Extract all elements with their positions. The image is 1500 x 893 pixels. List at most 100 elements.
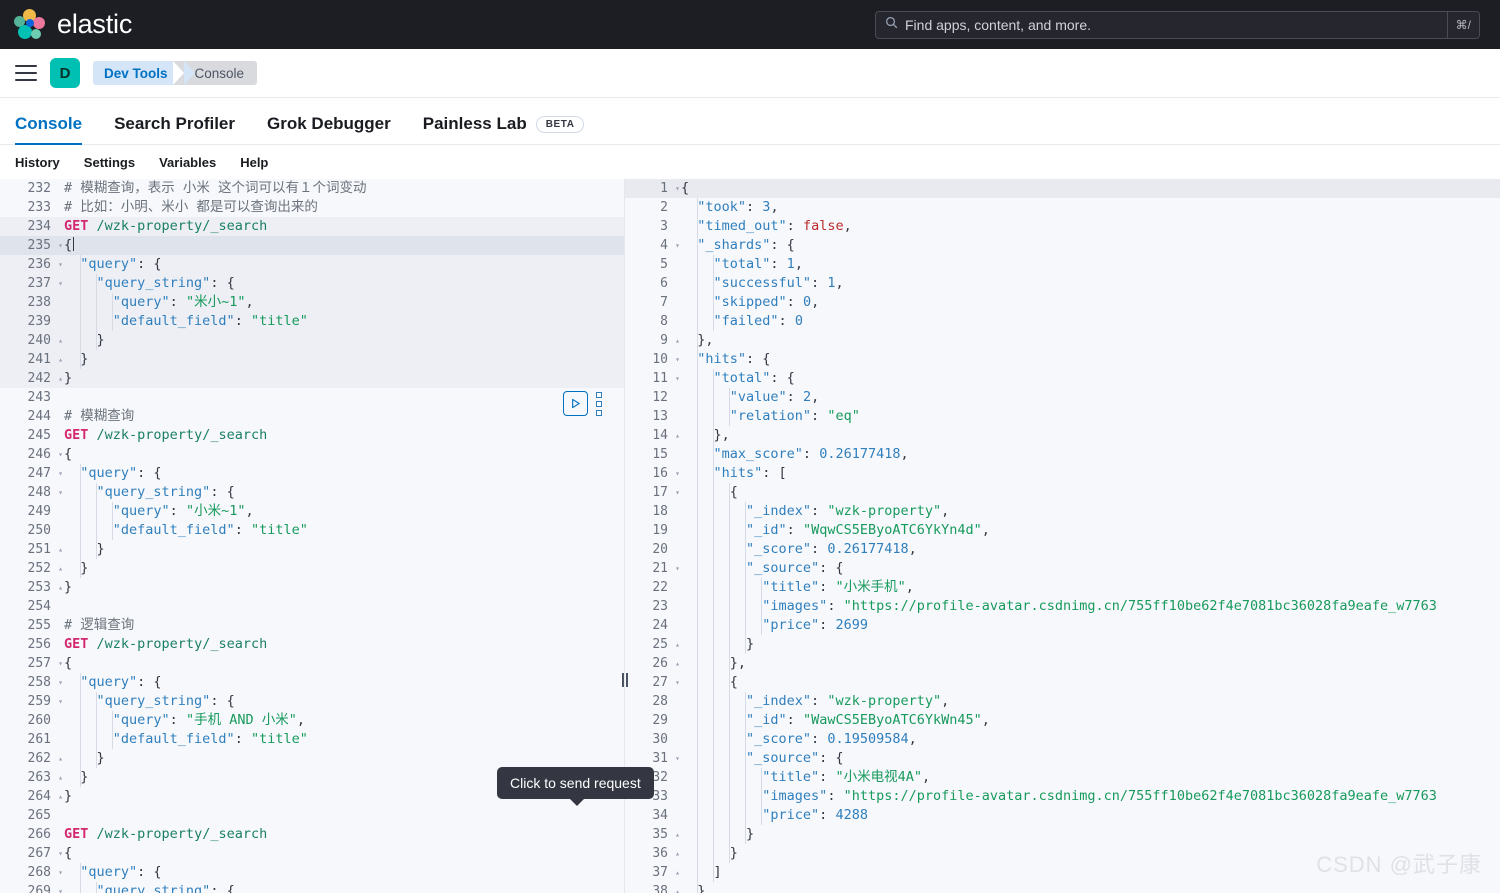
code-line[interactable]: 8 "failed": 0 xyxy=(625,312,1500,331)
code-line[interactable]: 243 xyxy=(0,388,624,407)
code-line[interactable]: 12 "value": 2, xyxy=(625,388,1500,407)
code-line[interactable]: 18 "_index": "wzk-property", xyxy=(625,502,1500,521)
code-line[interactable]: 2 "took": 3, xyxy=(625,198,1500,217)
code-line[interactable]: 16▾ "hits": [ xyxy=(625,464,1500,483)
code-line[interactable]: 13 "relation": "eq" xyxy=(625,407,1500,426)
code-line[interactable]: 245GET /wzk-property/_search xyxy=(0,426,624,445)
code-line[interactable]: 14▴ }, xyxy=(625,426,1500,445)
console-menu-history[interactable]: History xyxy=(15,155,60,170)
send-request-button[interactable] xyxy=(563,391,588,416)
code-line[interactable]: 22 "title": "小米手机", xyxy=(625,578,1500,597)
code-line[interactable]: 6 "successful": 1, xyxy=(625,274,1500,293)
code-line[interactable]: 9▴ }, xyxy=(625,331,1500,350)
code-line[interactable]: 256GET /wzk-property/_search xyxy=(0,635,624,654)
console-menu-variables[interactable]: Variables xyxy=(159,155,216,170)
code-line[interactable]: 31▾ "_source": { xyxy=(625,749,1500,768)
line-number: 240▴ xyxy=(0,331,56,350)
code-line[interactable]: 20 "_score": 0.26177418, xyxy=(625,540,1500,559)
code-line[interactable]: 28 "_index": "wzk-property", xyxy=(625,692,1500,711)
code-line[interactable]: 260 "query": "手机 AND 小米", xyxy=(0,711,624,730)
code-line[interactable]: 253▴} xyxy=(0,578,624,597)
tab-console[interactable]: Console xyxy=(15,114,82,144)
line-number: 6 xyxy=(625,274,673,293)
brand[interactable]: elastic xyxy=(14,9,132,41)
code-line[interactable]: 15 "max_score": 0.26177418, xyxy=(625,445,1500,464)
code-line[interactable]: 34 "price": 4288 xyxy=(625,806,1500,825)
code-line[interactable]: 23 "images": "https://profile-avatar.csd… xyxy=(625,597,1500,616)
code-line[interactable]: 252▴ } xyxy=(0,559,624,578)
code-line[interactable]: 38▴ } xyxy=(625,882,1500,893)
code-line[interactable]: 259▾ "query_string": { xyxy=(0,692,624,711)
code-line[interactable]: 3 "timed_out": false, xyxy=(625,217,1500,236)
code-line[interactable]: 266GET /wzk-property/_search xyxy=(0,825,624,844)
tab-painless-lab[interactable]: Painless Lab BETA xyxy=(423,114,584,144)
menu-toggle-icon[interactable] xyxy=(15,65,37,81)
code-line[interactable]: 24 "price": 2699 xyxy=(625,616,1500,635)
code-line[interactable]: 268▾ "query": { xyxy=(0,863,624,882)
code-line[interactable]: 25▴ } xyxy=(625,635,1500,654)
code-line[interactable]: 261 "default_field": "title" xyxy=(0,730,624,749)
breadcrumb-item-dev-tools[interactable]: Dev Tools xyxy=(93,61,184,85)
code-line[interactable]: 267▾{ xyxy=(0,844,624,863)
code-line[interactable]: 29 "_id": "WawCS5EByoATC6YkWn45", xyxy=(625,711,1500,730)
code-line[interactable]: 269▾ "query_string": { xyxy=(0,882,624,893)
code-line[interactable]: 37▴ ] xyxy=(625,863,1500,882)
code-line[interactable]: 32 "title": "小米电视4A", xyxy=(625,768,1500,787)
code-line[interactable]: 27▾ { xyxy=(625,673,1500,692)
code-line[interactable]: 265 xyxy=(0,806,624,825)
code-line[interactable]: 248▾ "query_string": { xyxy=(0,483,624,502)
code-line[interactable]: 10▾ "hits": { xyxy=(625,350,1500,369)
code-text: "value": 2, xyxy=(673,388,819,407)
console-menu-help[interactable]: Help xyxy=(240,155,268,170)
code-line[interactable]: 26▴ }, xyxy=(625,654,1500,673)
code-line[interactable]: 242▴} xyxy=(0,369,624,388)
token-key: "_score" xyxy=(681,541,811,557)
code-line[interactable]: 21▾ "_source": { xyxy=(625,559,1500,578)
request-context-menu-button[interactable] xyxy=(596,392,602,416)
space-avatar[interactable]: D xyxy=(50,58,80,88)
code-line[interactable]: 30 "_score": 0.19509584, xyxy=(625,730,1500,749)
code-line[interactable]: 246▾{ xyxy=(0,445,624,464)
elastic-logo-icon xyxy=(14,9,46,41)
code-line[interactable]: 238 "query": "米小~1", xyxy=(0,293,624,312)
code-line[interactable]: 240▴ } xyxy=(0,331,624,350)
response-viewer[interactable]: 1▾{2 "took": 3,3 "timed_out": false,4▾ "… xyxy=(625,179,1500,893)
code-line[interactable]: 234GET /wzk-property/_search xyxy=(0,217,624,236)
code-line[interactable]: 5 "total": 1, xyxy=(625,255,1500,274)
code-line[interactable]: 251▴ } xyxy=(0,540,624,559)
code-line[interactable]: 7 "skipped": 0, xyxy=(625,293,1500,312)
code-line[interactable]: 237▾ "query_string": { xyxy=(0,274,624,293)
code-line[interactable]: 19 "_id": "WqwCS5EByoATC6YkYn4d", xyxy=(625,521,1500,540)
token-punct: : xyxy=(787,294,803,310)
code-line[interactable]: 235▾{ xyxy=(0,236,624,255)
code-line[interactable]: 33 "images": "https://profile-avatar.csd… xyxy=(625,787,1500,806)
code-line[interactable]: 11▾ "total": { xyxy=(625,369,1500,388)
code-line[interactable]: 36▴ } xyxy=(625,844,1500,863)
code-line[interactable]: 262▴ } xyxy=(0,749,624,768)
code-line[interactable]: 17▾ { xyxy=(625,483,1500,502)
code-line[interactable]: 247▾ "query": { xyxy=(0,464,624,483)
code-line[interactable]: 255# 逻辑查询 xyxy=(0,616,624,635)
code-line[interactable]: 232# 模糊查询，表示 小米 这个词可以有１个词变动 xyxy=(0,179,624,198)
line-number: 264▴ xyxy=(0,787,56,806)
code-line[interactable]: 244# 模糊查询 xyxy=(0,407,624,426)
code-line[interactable]: 4▾ "_shards": { xyxy=(625,236,1500,255)
tab-grok-debugger[interactable]: Grok Debugger xyxy=(267,114,391,144)
token-punct: , xyxy=(922,769,930,785)
tab-search-profiler[interactable]: Search Profiler xyxy=(114,114,235,144)
code-line[interactable]: 254 xyxy=(0,597,624,616)
code-line[interactable]: 257▾{ xyxy=(0,654,624,673)
code-line[interactable]: 249 "query": "小米~1", xyxy=(0,502,624,521)
code-line[interactable]: 258▾ "query": { xyxy=(0,673,624,692)
code-line[interactable]: 233# 比如：小明、米小 都是可以查询出来的 xyxy=(0,198,624,217)
code-line[interactable]: 241▴ } xyxy=(0,350,624,369)
global-search-input[interactable]: Find apps, content, and more. ⌘/ xyxy=(875,11,1480,39)
code-line[interactable]: 1▾{ xyxy=(625,179,1500,198)
console-menu-settings[interactable]: Settings xyxy=(84,155,135,170)
token-punct: : xyxy=(235,522,251,538)
code-line[interactable]: 239 "default_field": "title" xyxy=(0,312,624,331)
code-line[interactable]: 236▾ "query": { xyxy=(0,255,624,274)
token-string: "wzk-property" xyxy=(827,503,941,519)
code-line[interactable]: 35▴ } xyxy=(625,825,1500,844)
code-line[interactable]: 250 "default_field": "title" xyxy=(0,521,624,540)
